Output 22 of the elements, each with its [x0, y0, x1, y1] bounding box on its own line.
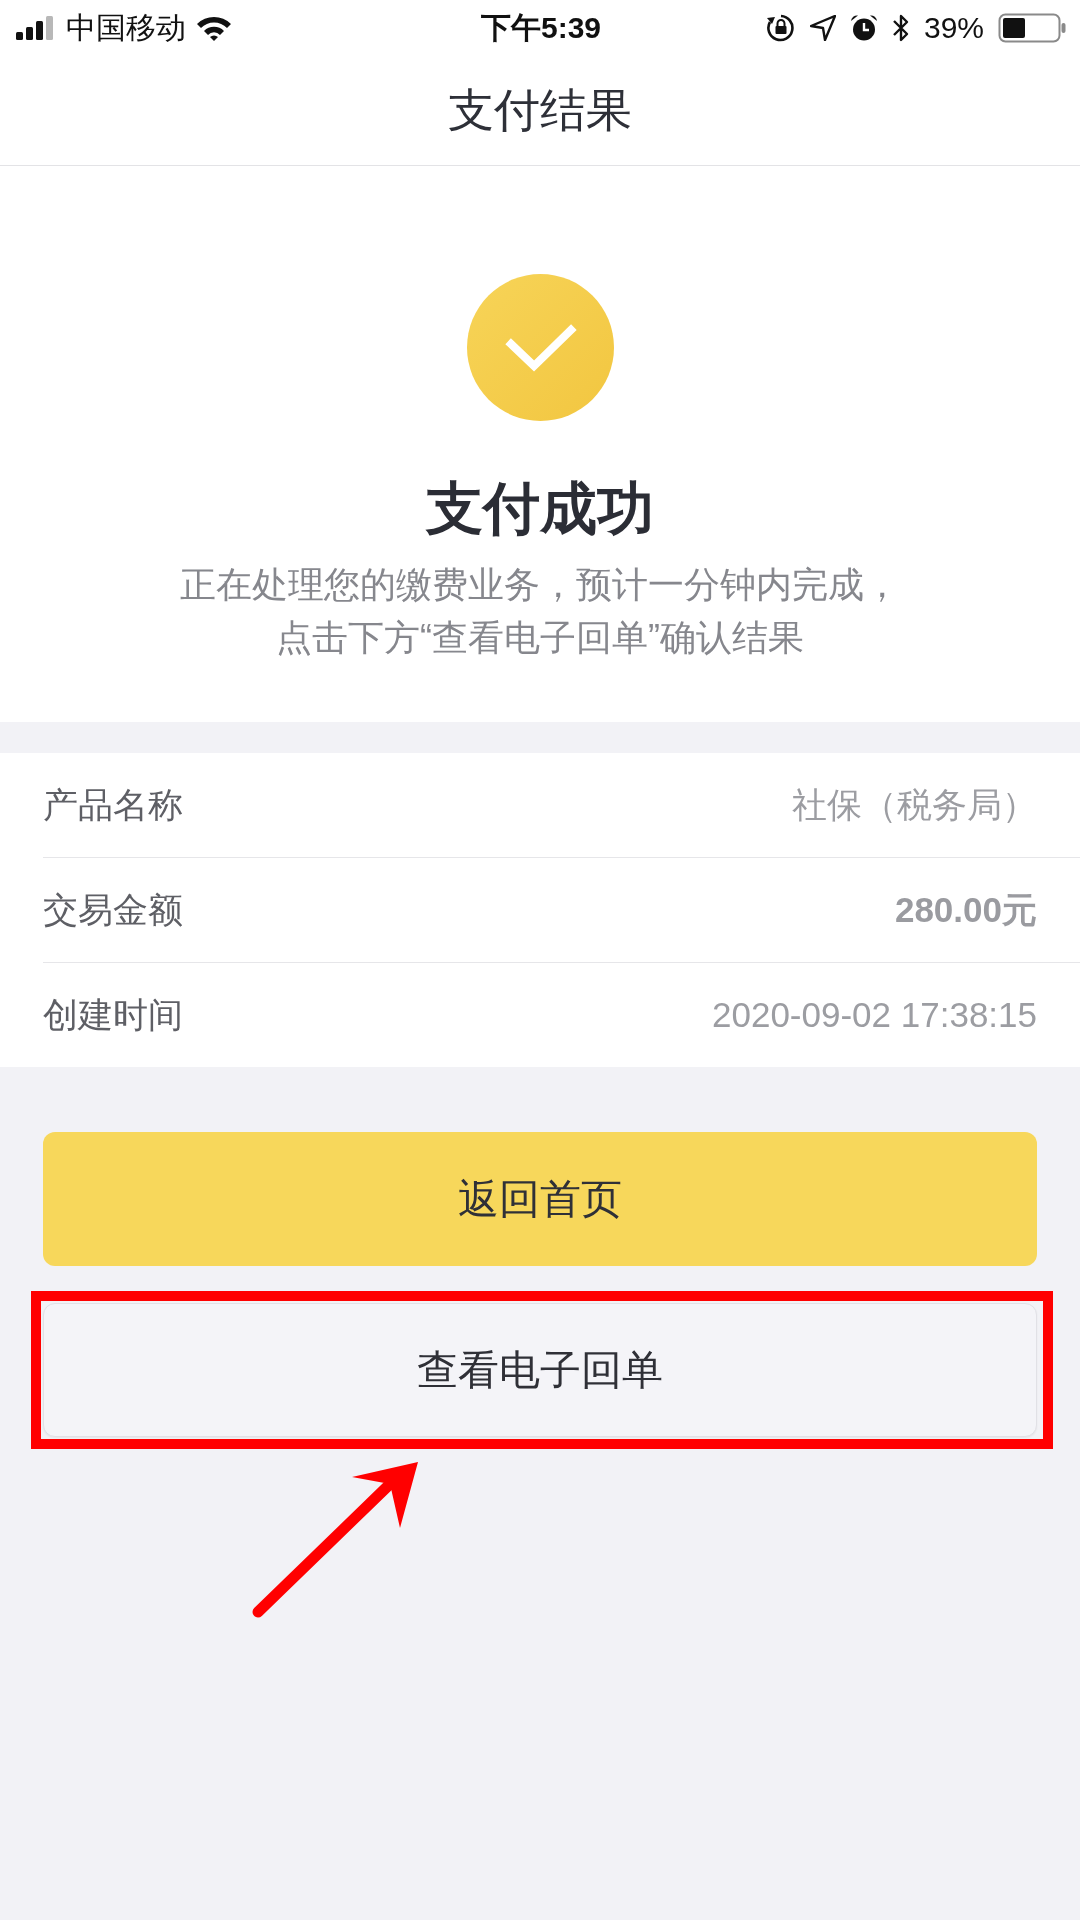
detail-value: 280.00元 — [894, 888, 1037, 931]
orientation-lock-icon — [765, 13, 796, 43]
alarm-clock-icon — [849, 14, 878, 42]
detail-label: 产品名称 — [43, 783, 183, 826]
location-arrow-icon — [809, 15, 836, 41]
page-title: 支付结果 — [448, 82, 632, 138]
detail-label: 交易金额 — [43, 888, 183, 931]
result-message: 正在处理您的缴费业务，预计一分钟内完成，点击下方“查看电子回单”确认结果 — [179, 563, 901, 660]
home-button[interactable]: 返回首页 — [43, 1132, 1037, 1266]
battery-icon — [998, 13, 1066, 43]
bluetooth-icon — [891, 13, 910, 43]
detail-value: 社保（税务局） — [792, 783, 1037, 826]
signal-icon — [16, 16, 56, 40]
wifi-icon — [196, 15, 232, 41]
result-title: 支付成功 — [426, 475, 654, 542]
receipt-button[interactable]: 查看电子回单 — [43, 1303, 1037, 1437]
detail-value: 2020-09-02 17:38:15 — [712, 995, 1037, 1035]
battery-percent: 39% — [923, 11, 984, 45]
carrier-name: 中国移动 — [66, 9, 186, 46]
detail-label: 创建时间 — [43, 993, 183, 1036]
status-time: 下午5:39 — [481, 9, 602, 46]
check-circle-icon — [466, 274, 614, 421]
